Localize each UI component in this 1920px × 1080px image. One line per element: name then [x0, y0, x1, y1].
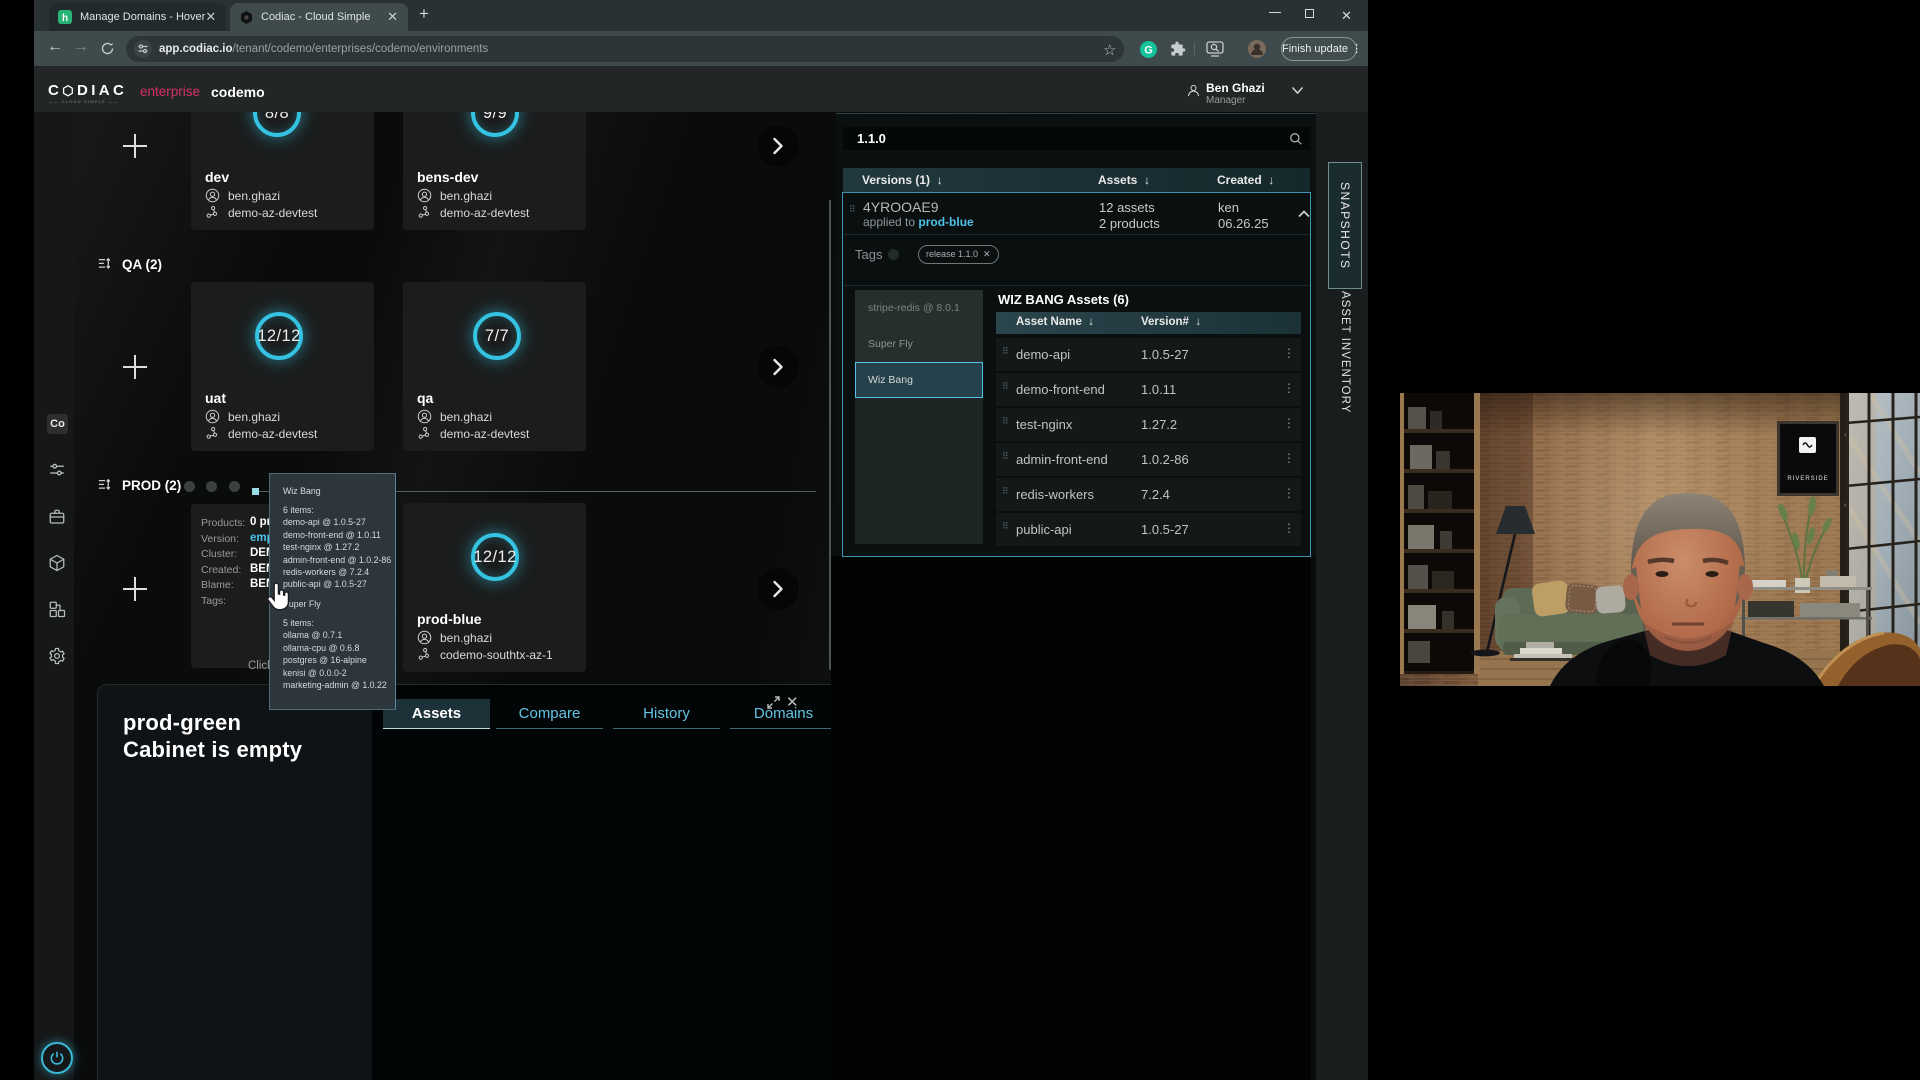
svg-text:G: G: [1144, 45, 1153, 57]
svg-text:h: h: [62, 13, 68, 24]
svg-text:RIVERSIDE: RIVERSIDE: [1787, 476, 1828, 482]
